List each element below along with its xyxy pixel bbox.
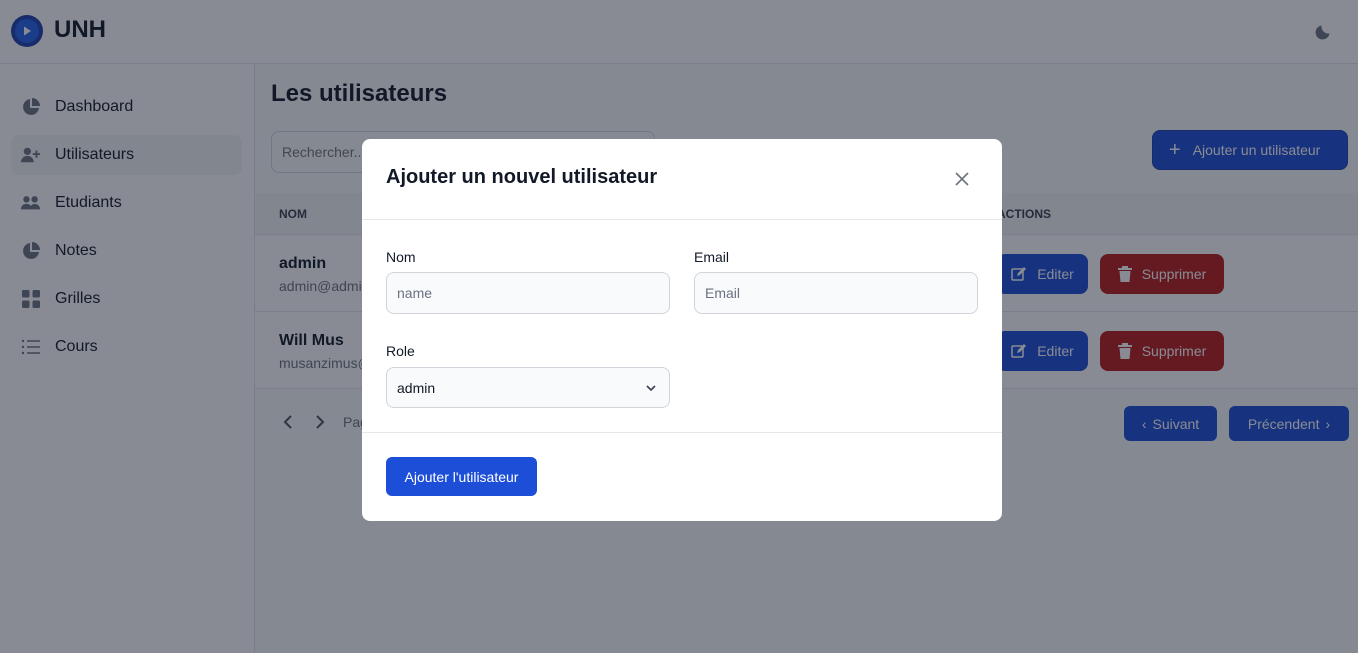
name-field-label: Nom: [386, 249, 416, 265]
role-select-value: admin: [397, 379, 436, 396]
role-select[interactable]: admin: [386, 367, 670, 408]
submit-add-user-button[interactable]: Ajouter l'utilisateur: [386, 457, 537, 496]
modal-title: Ajouter un nouvel utilisateur: [386, 166, 658, 188]
name-field[interactable]: [386, 272, 670, 314]
modal-header-divider: [362, 219, 1002, 220]
email-field-label: Email: [694, 249, 730, 265]
email-field[interactable]: [694, 272, 978, 314]
close-icon[interactable]: [951, 168, 973, 190]
modal-footer-divider: [362, 432, 1002, 433]
role-field-label: Role: [386, 343, 415, 359]
chevron-down-icon: [645, 381, 657, 397]
add-user-modal: Ajouter un nouvel utilisateur Nom Email …: [362, 139, 1002, 521]
